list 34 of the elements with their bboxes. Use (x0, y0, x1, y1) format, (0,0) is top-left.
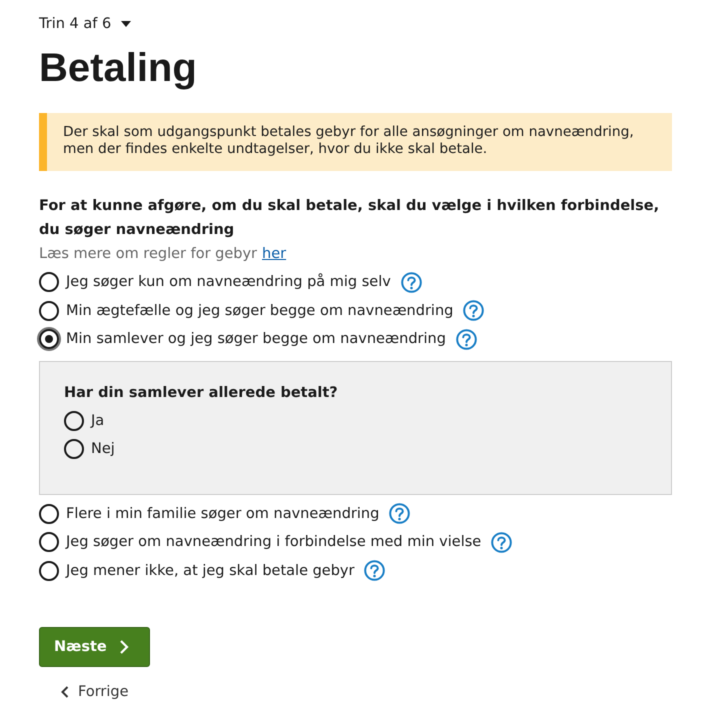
chevron-left-icon[interactable] (61, 686, 69, 698)
radio-button[interactable] (39, 329, 59, 350)
back-link[interactable]: Forrige (78, 684, 129, 700)
radio-button[interactable] (39, 504, 59, 524)
option-label[interactable]: Min samlever og jeg søger begge om navneændring (66, 331, 446, 348)
option-label[interactable]: Min ægtefælle og jeg søger begge om navneændring (66, 302, 454, 319)
help-icon[interactable] (389, 503, 410, 524)
fee-rules-link[interactable]: her (262, 242, 286, 266)
radio-button[interactable] (39, 532, 59, 552)
option-label[interactable]: Jeg søger om navneændring i forbindelse med min vielse (66, 534, 482, 550)
step-indicator[interactable]: Trin 4 af 6 (39, 16, 112, 32)
radio-button[interactable] (64, 439, 84, 460)
help-icon[interactable] (400, 272, 422, 293)
option-label[interactable]: Jeg mener ikke, at jeg skal betale gebyr (66, 562, 354, 579)
radio-button[interactable] (64, 410, 84, 431)
question-label: For at kunne afgøre, om du skal betale, skal du vælge i hvilken forbindelse, du søger navneændring (39, 197, 660, 240)
radio-button[interactable] (39, 560, 59, 581)
info-notice: Der skal som udgangspunkt betales gebyr for alle ansøgninger om navneændring, men der findes enkelte undtagelser, hvor du ikke skal betale. (39, 113, 672, 171)
help-icon[interactable] (364, 560, 386, 582)
radio-button[interactable] (39, 300, 59, 321)
radio-button[interactable] (39, 272, 59, 292)
option-label[interactable]: Ja (91, 412, 104, 429)
next-button[interactable]: Næste (39, 627, 150, 667)
page-title: Betaling (39, 45, 198, 92)
help-icon[interactable] (463, 300, 484, 322)
option-label[interactable]: Nej (91, 441, 115, 458)
followup-question: Har din samlever allerede betalt? (64, 384, 339, 400)
caret-icon[interactable] (121, 21, 132, 27)
option-label[interactable]: Flere i min familie søger om navneændring (66, 506, 380, 522)
help-icon[interactable] (491, 532, 512, 553)
help-icon[interactable] (456, 328, 477, 350)
chevron-right-icon (118, 640, 129, 654)
hint-text: Læs mere om regler for gebyr (39, 245, 258, 264)
option-label[interactable]: Jeg søger kun om navneændring på mig selv (66, 274, 391, 290)
